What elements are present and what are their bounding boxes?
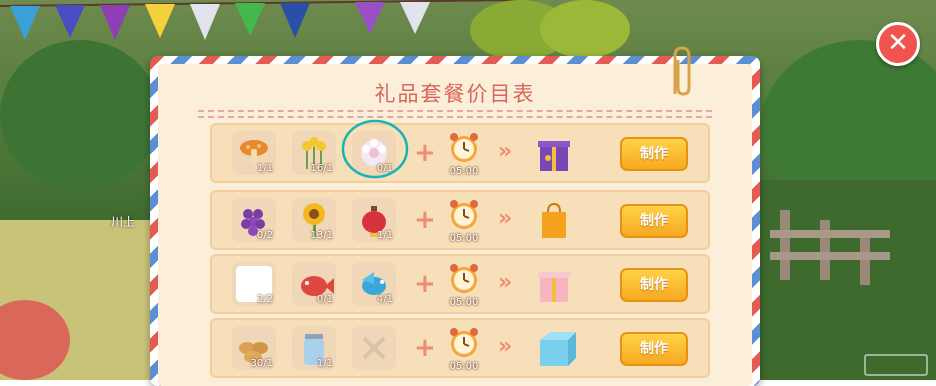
map-location-label: 川上 xyxy=(111,215,136,229)
alarm-clock-icon: 05:00 xyxy=(446,196,482,244)
orange-shopping-bag-icon xyxy=(532,198,576,242)
make-button[interactable]: 制作 xyxy=(620,268,688,302)
panel-title: 礼品套餐价目表 xyxy=(374,82,536,106)
ingredient-count: 1/1 xyxy=(256,163,273,174)
ingredient-count: 30/1 xyxy=(250,358,273,369)
alarm-clock-icon: 05:00 xyxy=(446,324,482,372)
craft-time: 05:00 xyxy=(449,166,479,177)
ingredient-count: 1/1 xyxy=(316,358,333,369)
purple-gift-box-icon xyxy=(532,131,576,175)
pink-gift-box-icon xyxy=(532,262,576,306)
alarm-clock-icon: 05:00 xyxy=(446,260,482,308)
ingredient-slot[interactable] xyxy=(352,326,396,370)
make-button[interactable]: 制作 xyxy=(620,204,688,238)
double-arrow-icon: » xyxy=(498,334,512,359)
ingredient-slot[interactable]: 13/1 xyxy=(292,198,336,242)
title-divider xyxy=(198,110,712,112)
plus-icon: + xyxy=(414,205,436,235)
make-button[interactable]: 制作 xyxy=(620,137,688,171)
craft-time: 05:00 xyxy=(449,233,479,244)
craft-time: 05:00 xyxy=(449,297,479,308)
plus-icon: + xyxy=(414,333,436,363)
ingredient-count: 0/1 xyxy=(316,294,333,305)
craft-time: 05:00 xyxy=(449,361,479,372)
annotation-circle xyxy=(341,119,409,179)
make-button[interactable]: 制作 xyxy=(620,332,688,366)
ingredient-slot[interactable]: 1/1 xyxy=(232,131,276,175)
ingredient-slot[interactable]: 1/1 xyxy=(352,198,396,242)
recipe-row: 30/1 1/1 +05:00 » 制作 xyxy=(210,318,710,378)
ingredient-slot[interactable]: 0/2 xyxy=(232,198,276,242)
double-arrow-icon: » xyxy=(498,139,512,164)
blue-gift-box-icon xyxy=(532,326,576,370)
ingredient-slot[interactable]: 2/2 xyxy=(232,262,276,306)
recipe-row: 0/2 13/1 1/1 +05:00 » 制作 xyxy=(210,190,710,250)
title-divider-2 xyxy=(198,116,712,118)
plus-icon: + xyxy=(414,269,436,299)
paperclip-icon xyxy=(673,46,691,96)
ingredient-count: 4/1 xyxy=(376,294,393,305)
recipe-row: 2/2 0/1 4/1 +05:00 » 制作 xyxy=(210,254,710,314)
ingredient-slot[interactable]: 1/1 xyxy=(292,326,336,370)
watermark xyxy=(864,354,928,376)
empty-slot-icon xyxy=(352,326,396,370)
ingredient-slot[interactable]: 16/1 xyxy=(292,131,336,175)
double-arrow-icon: » xyxy=(498,206,512,231)
ingredient-count: 13/1 xyxy=(310,230,333,241)
close-button[interactable]: ✕ xyxy=(876,22,920,66)
ingredient-count: 1/1 xyxy=(376,230,393,241)
ingredient-count: 0/2 xyxy=(256,230,273,241)
plus-icon: + xyxy=(414,138,436,168)
recipe-row: 1/1 16/1 0/1 +05:00» 制作 xyxy=(210,123,710,183)
double-arrow-icon: » xyxy=(498,270,512,295)
ingredient-slot[interactable]: 4/1 xyxy=(352,262,396,306)
ingredient-slot[interactable]: 30/1 xyxy=(232,326,276,370)
ingredient-count: 2/2 xyxy=(256,294,273,305)
alarm-clock-icon: 05:00 xyxy=(446,129,482,177)
ingredient-slot[interactable]: 0/1 xyxy=(292,262,336,306)
wooden-fence xyxy=(770,210,890,285)
ingredient-count: 16/1 xyxy=(310,163,333,174)
